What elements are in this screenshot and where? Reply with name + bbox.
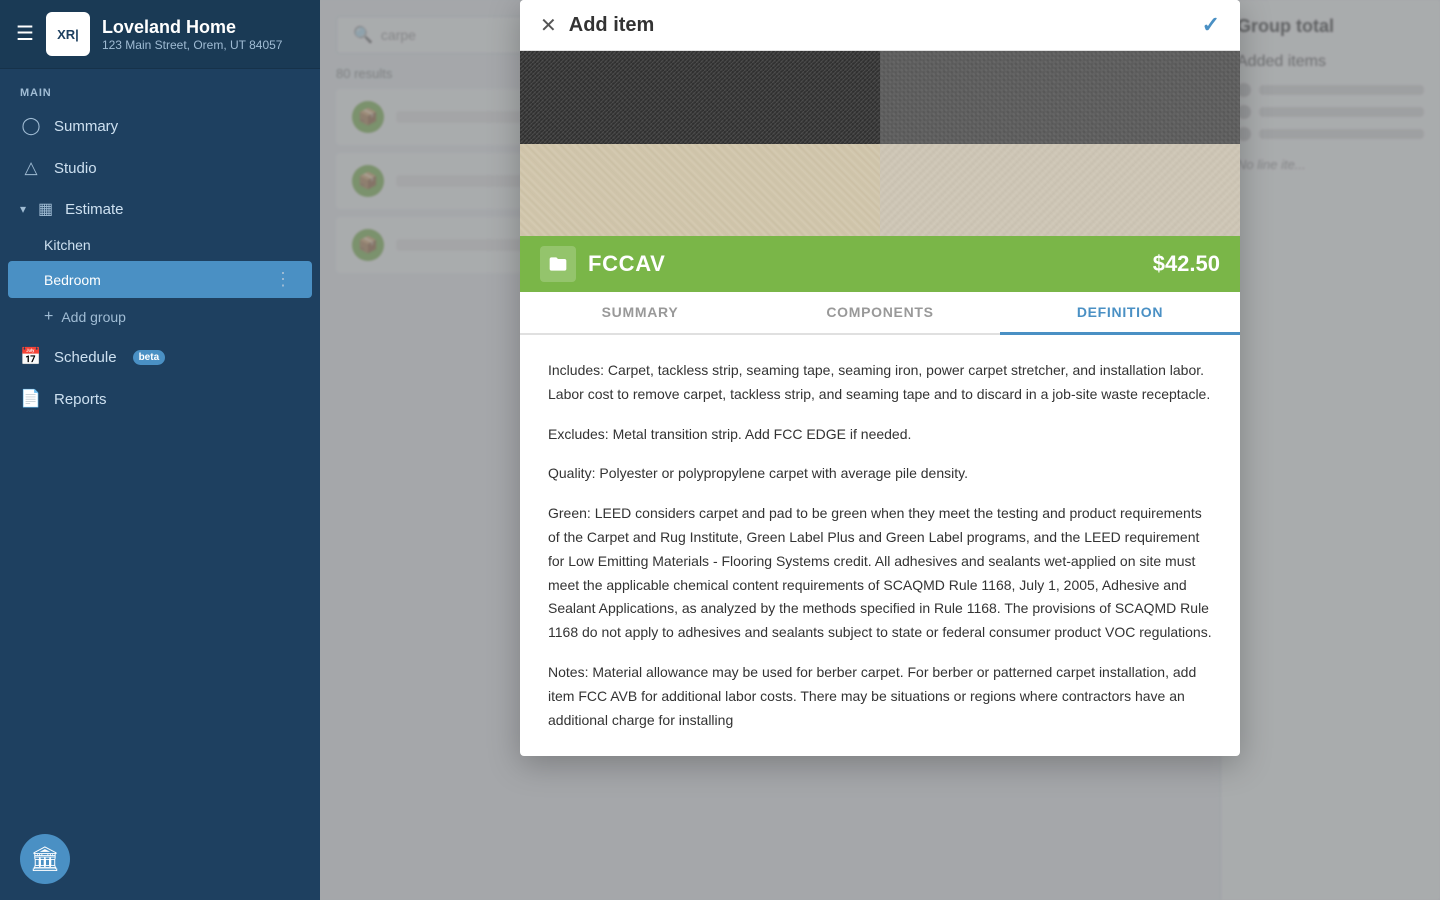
definition-paragraph-1: Includes: Carpet, tackless strip, seamin… [548, 359, 1212, 407]
sidebar-bottom: 🏛 [0, 818, 320, 900]
sidebar: ☰ XR| Loveland Home 123 Main Street, Ore… [0, 0, 320, 900]
sidebar-header: ☰ XR| Loveland Home 123 Main Street, Ore… [0, 0, 320, 69]
add-group-button[interactable]: + Add group [0, 298, 320, 336]
app-info: Loveland Home 123 Main Street, Orem, UT … [102, 17, 283, 52]
item-code: FCCAV [588, 251, 665, 277]
sidebar-item-studio[interactable]: △ Studio [0, 147, 320, 189]
carpet-mosaic [520, 51, 1240, 236]
reports-icon: 📄 [20, 388, 42, 410]
sidebar-item-kitchen[interactable]: Kitchen [0, 229, 320, 261]
avatar-icon: 🏛 [30, 845, 60, 874]
tab-summary[interactable]: SUMMARY [520, 292, 760, 335]
hamburger-icon[interactable]: ☰ [16, 24, 34, 44]
estimate-icon: ▦ [38, 199, 53, 219]
main-section-label: Main [0, 69, 320, 105]
item-header-bar: FCCAV $42.50 [520, 236, 1240, 292]
bedroom-label: Bedroom [44, 272, 101, 288]
reports-label: Reports [54, 391, 107, 408]
chevron-down-icon: ▾ [20, 202, 26, 216]
modal-tabs: SUMMARY COMPONENTS DEFINITION [520, 292, 1240, 335]
modal-title: Add item [569, 14, 655, 37]
app-address: 123 Main Street, Orem, UT 84057 [102, 38, 283, 52]
carpet-image-light-left [520, 144, 880, 237]
modal-header: ✕ Add item ✓ [520, 0, 1240, 51]
close-icon[interactable]: ✕ [540, 13, 557, 38]
more-options-icon[interactable]: ⋮ [274, 269, 292, 290]
summary-icon: ◯ [20, 115, 42, 137]
modal-overlay: ✕ Add item ✓ FCCAV $42 [320, 0, 1440, 900]
tab-components[interactable]: COMPONENTS [760, 292, 1000, 335]
sidebar-item-reports[interactable]: 📄 Reports [0, 378, 320, 420]
definition-content: Includes: Carpet, tackless strip, seamin… [520, 335, 1240, 756]
sidebar-item-bedroom[interactable]: Bedroom ⋮ [8, 261, 312, 298]
add-item-modal: ✕ Add item ✓ FCCAV $42 [520, 0, 1240, 756]
app-name: Loveland Home [102, 17, 283, 38]
sidebar-item-summary[interactable]: ◯ Summary [0, 105, 320, 147]
carpet-image-light-right [880, 144, 1240, 237]
main-content: 🔍 carpe 80 results 📦 📦 📦 Group total Add… [320, 0, 1440, 900]
definition-paragraph-2: Excludes: Metal transition strip. Add FC… [548, 423, 1212, 447]
sidebar-item-label: Studio [54, 160, 97, 177]
carpet-image-dark-left [520, 51, 880, 144]
avatar[interactable]: 🏛 [20, 834, 70, 884]
studio-icon: △ [20, 157, 42, 179]
carpet-image-dark-right [880, 51, 1240, 144]
definition-paragraph-4: Green: LEED considers carpet and pad to … [548, 502, 1212, 645]
definition-paragraph-5: Notes: Material allowance may be used fo… [548, 661, 1212, 732]
plus-icon: + [44, 308, 53, 326]
schedule-label: Schedule [54, 349, 117, 366]
sidebar-item-estimate[interactable]: ▾ ▦ Estimate [0, 189, 320, 229]
tab-definition[interactable]: DEFINITION [1000, 292, 1240, 335]
schedule-icon: 📅 [20, 346, 42, 368]
item-price: $42.50 [1153, 251, 1220, 277]
folder-icon [540, 246, 576, 282]
sidebar-item-schedule[interactable]: 📅 Schedule beta [0, 336, 320, 378]
sidebar-item-label: Estimate [65, 201, 123, 218]
sidebar-item-label: Summary [54, 118, 118, 135]
confirm-icon[interactable]: ✓ [1202, 12, 1220, 38]
kitchen-label: Kitchen [44, 237, 91, 253]
beta-badge: beta [133, 350, 166, 365]
add-group-label: Add group [61, 309, 126, 325]
definition-paragraph-3: Quality: Polyester or polypropylene carp… [548, 462, 1212, 486]
app-logo: XR| [46, 12, 90, 56]
